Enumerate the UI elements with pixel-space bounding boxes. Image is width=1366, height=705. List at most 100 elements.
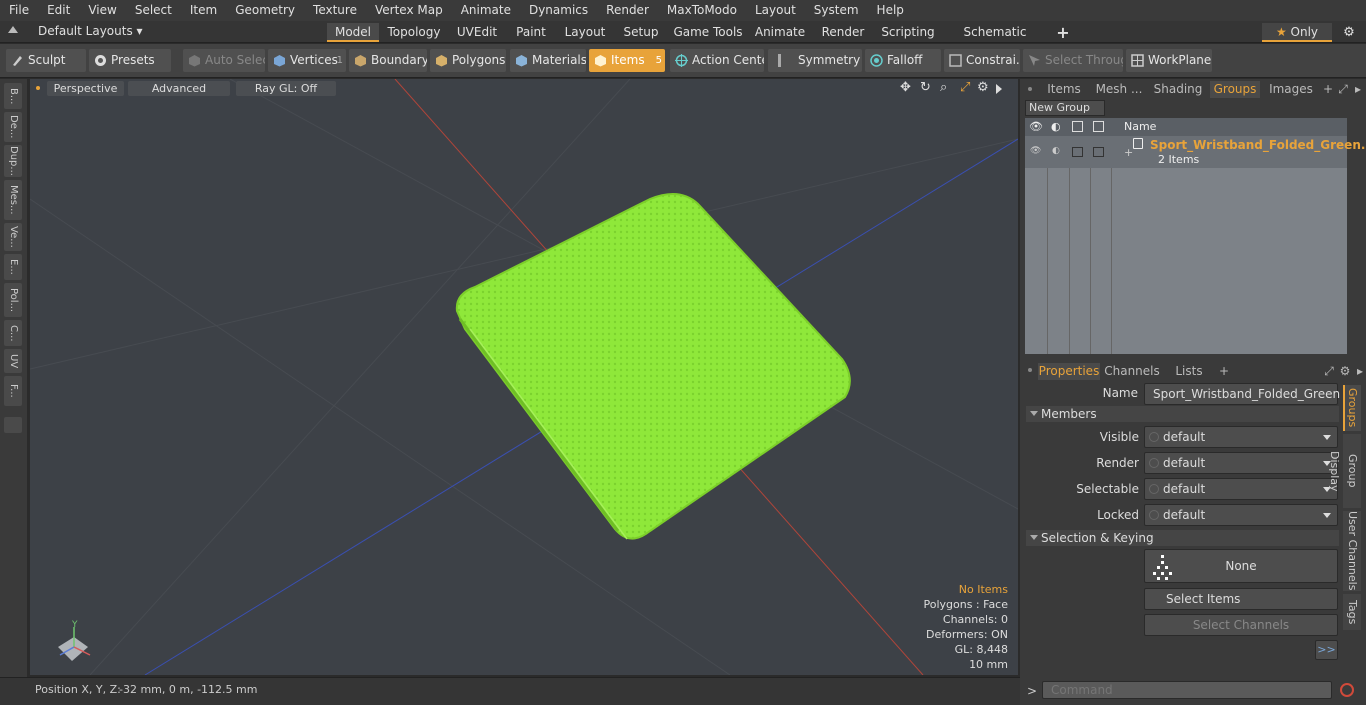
props-dot-icon[interactable]: [1028, 368, 1032, 372]
tab-properties[interactable]: Properties: [1038, 363, 1100, 380]
polygons-button[interactable]: Polygons: [430, 49, 506, 72]
tab-render[interactable]: Render: [813, 23, 873, 42]
raygl-button[interactable]: Ray GL: Off: [236, 81, 336, 96]
locked-dropdown[interactable]: default: [1144, 504, 1338, 526]
select-items-button[interactable]: Select Items: [1144, 588, 1338, 610]
advanced-button[interactable]: Advanced: [128, 81, 230, 96]
action-center-button[interactable]: Action Center: [670, 49, 764, 72]
menu-geometry[interactable]: Geometry: [226, 0, 304, 21]
select-channels-button[interactable]: Select Channels: [1144, 614, 1338, 636]
more-button[interactable]: >>: [1315, 640, 1338, 660]
left-tab-duplicate[interactable]: Dup...: [4, 145, 22, 177]
items-button[interactable]: Items 5: [589, 49, 665, 72]
tab-items[interactable]: Items: [1040, 81, 1088, 98]
tab-shading[interactable]: Shading: [1150, 81, 1206, 98]
collapse-up-icon[interactable]: [8, 26, 18, 33]
props-maximize-icon[interactable]: ⤢: [1322, 363, 1336, 380]
menu-layout[interactable]: Layout: [746, 0, 805, 21]
materials-button[interactable]: Materials: [510, 49, 586, 72]
visible-dropdown[interactable]: default: [1144, 426, 1338, 448]
symmetry-button[interactable]: Symmetry: [768, 49, 862, 72]
boundary-button[interactable]: Boundary: [349, 49, 427, 72]
lock-icon[interactable]: [1093, 121, 1104, 132]
tab-animate[interactable]: Animate: [750, 23, 810, 42]
tab-topology[interactable]: Topology: [382, 23, 446, 42]
panel-more-icon[interactable]: ▸: [1352, 81, 1364, 98]
record-icon[interactable]: [1340, 683, 1354, 697]
group-name[interactable]: Sport_Wristband_Folded_Green...: [1150, 138, 1366, 152]
members-section-header[interactable]: Members: [1026, 406, 1339, 422]
render-dropdown[interactable]: default: [1144, 452, 1338, 474]
viewport-gear-icon[interactable]: ⚙: [977, 80, 989, 95]
zoom-view-icon[interactable]: ⌕: [940, 80, 947, 95]
tab-mesh[interactable]: Mesh ...: [1092, 81, 1146, 98]
tab-scripting[interactable]: Scripting: [876, 23, 940, 42]
props-gear-icon[interactable]: ⚙: [1338, 363, 1352, 380]
panel-maximize-icon[interactable]: ⤢: [1336, 81, 1350, 98]
name-field[interactable]: Sport_Wristband_Folded_Green (3): [1144, 383, 1340, 421]
tab-lists[interactable]: Lists: [1164, 363, 1214, 380]
row-selectable-icon[interactable]: [1072, 147, 1083, 157]
tab-schematic-fusion[interactable]: Schematic Fusion: [943, 23, 1047, 58]
maximize-view-icon[interactable]: ⤢: [960, 80, 970, 95]
none-keying-button[interactable]: None: [1144, 549, 1338, 583]
props-more-icon[interactable]: ▸: [1354, 363, 1366, 380]
add-tab-icon[interactable]: +: [1053, 23, 1073, 42]
selection-keying-section-header[interactable]: Selection & Keying: [1026, 530, 1339, 546]
menu-item[interactable]: Item: [181, 0, 226, 21]
left-tab-uv[interactable]: UV: [4, 349, 22, 373]
presets-button[interactable]: Presets: [89, 49, 171, 72]
side-tab-group-display[interactable]: Group Display: [1328, 434, 1361, 508]
menu-edit[interactable]: Edit: [38, 0, 79, 21]
only-toggle[interactable]: ★ Only: [1262, 23, 1332, 42]
eye-icon[interactable]: 👁: [1029, 120, 1043, 133]
menu-system[interactable]: System: [805, 0, 868, 21]
menu-maxtomodo[interactable]: MaxToModo: [658, 0, 746, 21]
row-render-icon[interactable]: ◐: [1052, 146, 1060, 156]
workplane-button[interactable]: WorkPlane: [1126, 49, 1212, 72]
perspective-button[interactable]: Perspective: [47, 81, 124, 96]
menu-select[interactable]: Select: [126, 0, 181, 21]
menu-render[interactable]: Render: [597, 0, 658, 21]
default-layouts-dropdown[interactable]: Default Layouts ▾: [38, 24, 143, 38]
tab-channels[interactable]: Channels: [1104, 363, 1160, 380]
left-tab-edge[interactable]: E...: [4, 254, 22, 280]
move-view-icon[interactable]: ✥: [900, 80, 911, 95]
tab-paint[interactable]: Paint: [508, 23, 554, 42]
row-eye-icon[interactable]: 👁: [1030, 146, 1041, 156]
rotate-view-icon[interactable]: ↻: [920, 80, 931, 95]
tab-uvedit[interactable]: UVEdit: [449, 23, 505, 42]
gear-icon[interactable]: ⚙: [1340, 23, 1358, 42]
menu-texture[interactable]: Texture: [304, 0, 366, 21]
side-tab-user-channels[interactable]: User Channels: [1343, 511, 1361, 591]
menu-view[interactable]: View: [79, 0, 125, 21]
left-tab-polygon[interactable]: Pol...: [4, 283, 22, 317]
tab-model[interactable]: Model: [327, 23, 379, 42]
left-tab-deform[interactable]: De...: [4, 112, 22, 142]
left-tab-extra[interactable]: [4, 417, 22, 433]
viewport-more-icon[interactable]: [996, 84, 1002, 94]
vertices-button[interactable]: Vertices 1: [268, 49, 346, 72]
new-group-button[interactable]: New Group: [1025, 100, 1105, 116]
selectable-icon[interactable]: [1072, 121, 1083, 132]
selectable-dropdown[interactable]: default: [1144, 478, 1338, 500]
tab-groups[interactable]: Groups: [1210, 81, 1260, 98]
sculpt-button[interactable]: Sculpt: [6, 49, 86, 72]
3d-viewport[interactable]: Y: [30, 79, 1018, 675]
add-props-tab-icon[interactable]: +: [1218, 363, 1230, 380]
left-tab-curve[interactable]: C...: [4, 320, 22, 346]
menu-vertex-map[interactable]: Vertex Map: [366, 0, 452, 21]
render-icon[interactable]: ◐: [1051, 120, 1061, 133]
row-lock-icon[interactable]: [1093, 147, 1104, 157]
side-tab-tags[interactable]: Tags: [1343, 594, 1361, 630]
tab-layout[interactable]: Layout: [557, 23, 613, 42]
panel-dot-icon[interactable]: [1028, 87, 1032, 91]
command-input[interactable]: [1042, 681, 1332, 699]
left-tab-mesh[interactable]: Mes...: [4, 180, 22, 220]
menu-animate[interactable]: Animate: [452, 0, 520, 21]
add-panel-tab-icon[interactable]: +: [1322, 81, 1334, 98]
falloff-button[interactable]: Falloff: [865, 49, 941, 72]
wristband-object[interactable]: [455, 193, 851, 540]
auto-select-button[interactable]: Auto Select: [183, 49, 265, 72]
tab-game-tools[interactable]: Game Tools: [669, 23, 747, 42]
